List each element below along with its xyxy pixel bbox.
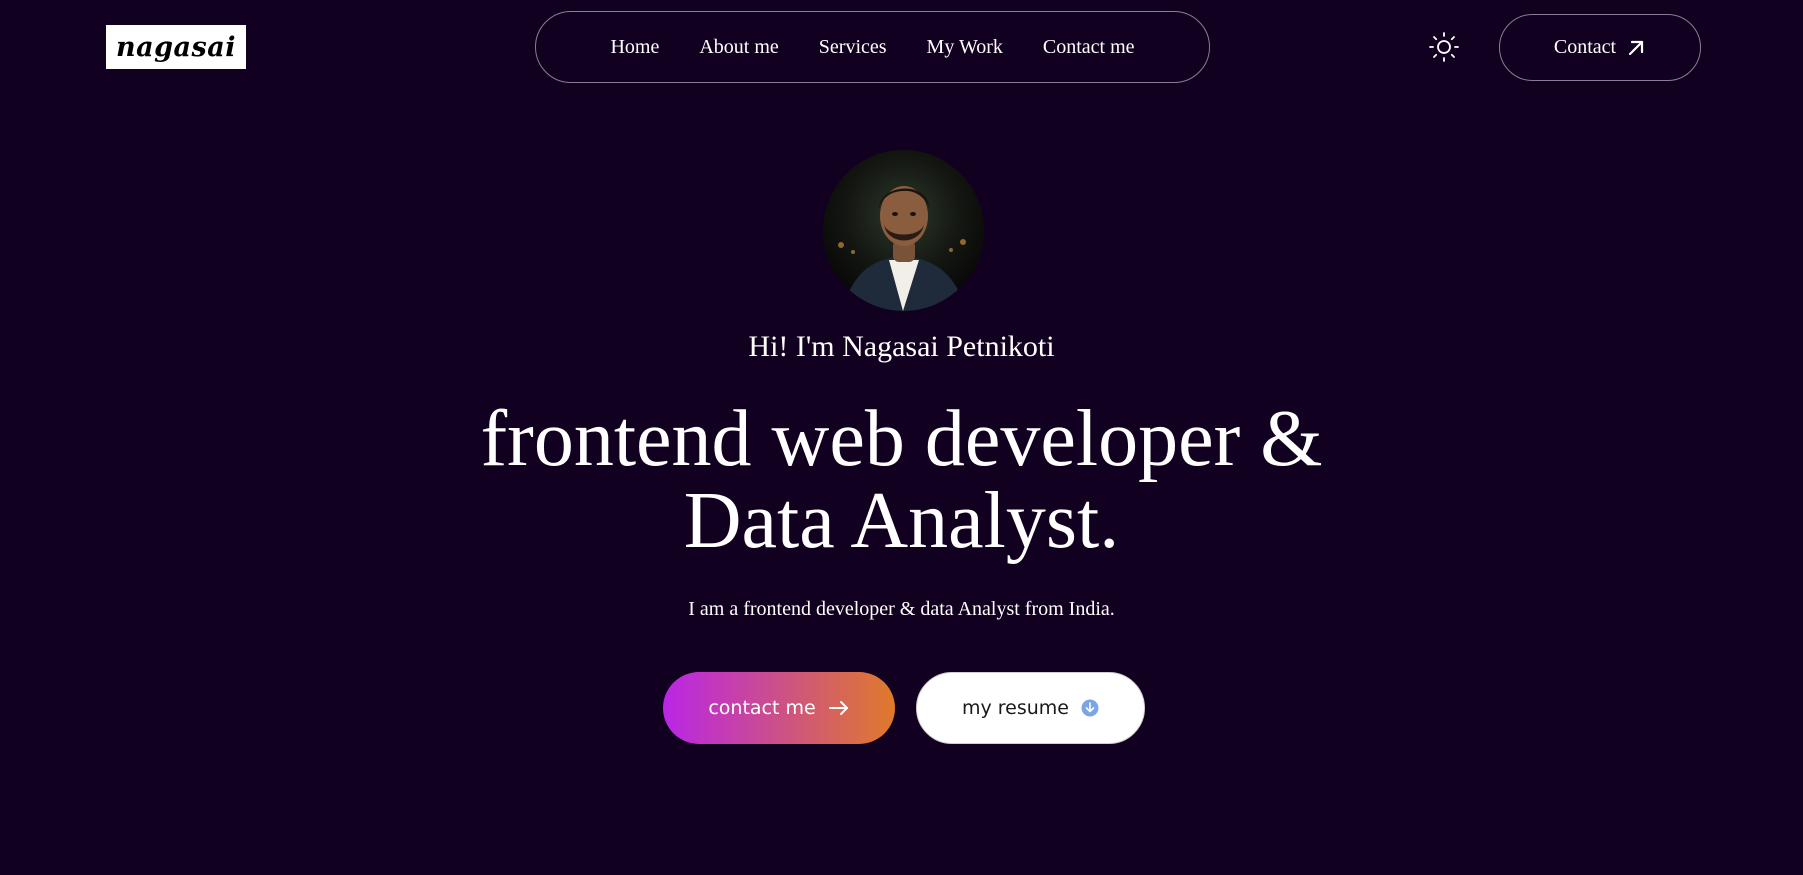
nav-item-services[interactable]: Services	[799, 36, 907, 59]
profile-avatar	[823, 150, 984, 311]
hero-subline: I am a frontend developer & data Analyst…	[688, 598, 1115, 620]
main-nav: Home About me Services My Work Contact m…	[535, 11, 1210, 83]
contact-me-label: contact me	[708, 697, 816, 719]
nav-item-my-work[interactable]: My Work	[907, 36, 1023, 59]
contact-me-button[interactable]: contact me	[663, 672, 895, 744]
nav-item-about[interactable]: About me	[679, 36, 798, 59]
hero-headline-line2: Data Analyst.	[683, 477, 1120, 565]
contact-button[interactable]: Contact	[1499, 14, 1701, 81]
arrow-up-right-icon	[1629, 40, 1644, 55]
theme-toggle-button[interactable]	[1428, 31, 1460, 63]
sun-icon	[1429, 32, 1459, 62]
hero-headline-line1: frontend web developer &	[480, 395, 1323, 483]
site-logo[interactable]: nagasai	[106, 25, 246, 69]
hero-greeting: Hi! I'm Nagasai Petnikoti	[748, 330, 1055, 363]
arrow-right-icon	[828, 701, 848, 715]
nav-item-contact[interactable]: Contact me	[1023, 36, 1155, 59]
nav-item-home[interactable]: Home	[590, 36, 679, 59]
contact-button-label: Contact	[1553, 36, 1617, 58]
my-resume-button[interactable]: my resume	[916, 672, 1145, 744]
my-resume-label: my resume	[961, 697, 1069, 719]
profile-photo	[823, 150, 984, 311]
cta-row: contact me my resume	[663, 672, 1145, 744]
hero-headline: frontend web developer & Data Analyst.	[0, 398, 1803, 562]
download-icon	[1081, 699, 1099, 717]
portfolio-page: nagasai Home About me Services My Work C…	[0, 0, 1803, 875]
